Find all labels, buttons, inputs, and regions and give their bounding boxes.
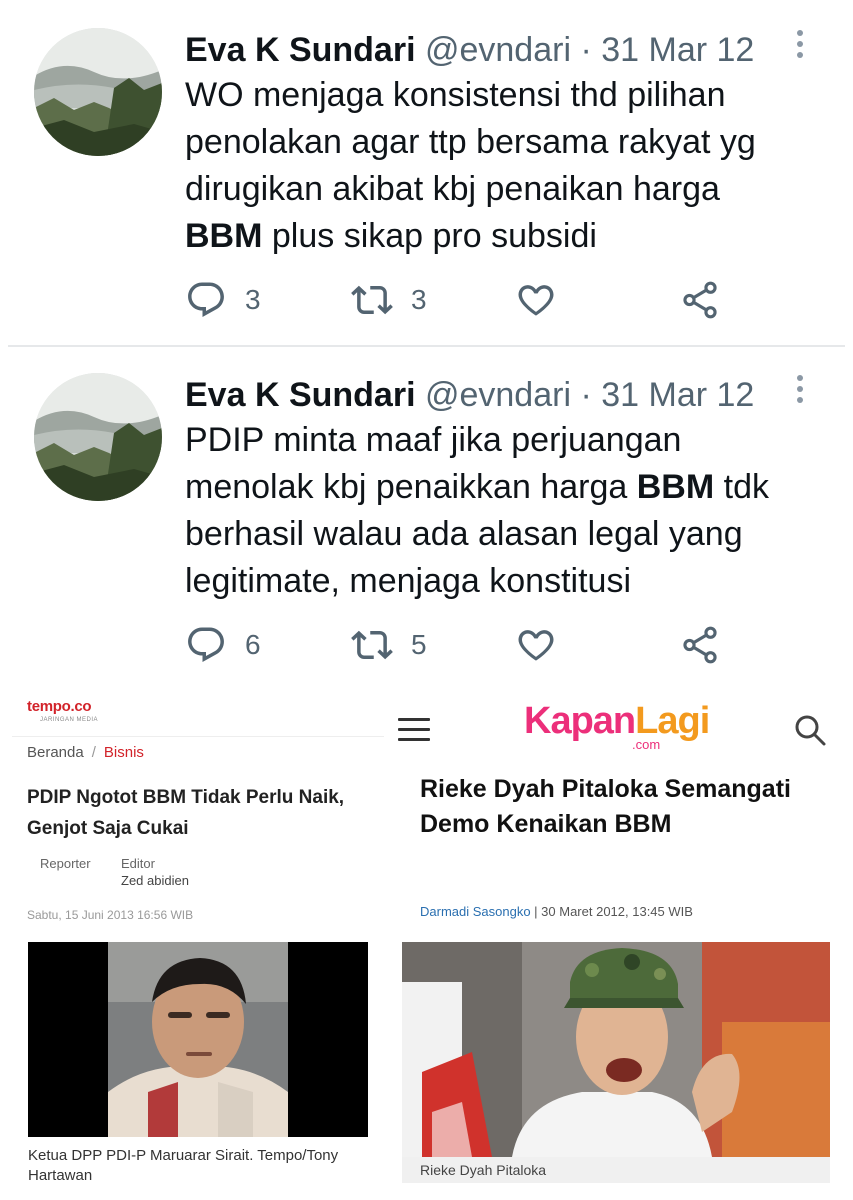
reply-count: 3	[245, 284, 261, 315]
header-divider	[12, 736, 384, 737]
tweet-text-line: PDIP minta maaf jika perjuangan	[185, 421, 682, 459]
article-title-line: PDIP Ngotot BBM Tidak Perlu Naik,	[27, 787, 345, 808]
breadcrumb-section[interactable]: Bisnis	[104, 744, 144, 761]
like-button[interactable]	[515, 278, 557, 322]
retweet-button[interactable]: 3	[351, 278, 427, 322]
tweet-date[interactable]: 31 Mar 12	[601, 376, 754, 414]
author-name[interactable]: Eva K Sundari	[185, 376, 416, 414]
highlight-text: BBM	[185, 217, 263, 255]
tweet-text-line: menolak kbj penaikkan harga BBM tdk	[185, 464, 825, 511]
meta-separator: |	[530, 904, 542, 919]
share-button[interactable]	[679, 278, 721, 322]
tweet-date[interactable]: 31 Mar 12	[601, 31, 754, 69]
logo-part-kapan: Kapan	[524, 700, 636, 742]
photo-caption: Rieke Dyah Pitaloka	[420, 1162, 547, 1178]
breadcrumb-separator: /	[91, 744, 96, 761]
more-options-icon[interactable]	[790, 30, 810, 66]
tweet-text-line: legitimate, menjaga konstitusi	[185, 562, 632, 600]
retweet-icon	[351, 630, 393, 660]
retweet-button[interactable]: 5	[351, 623, 427, 667]
hamburger-menu-icon[interactable]	[398, 718, 430, 742]
author-handle[interactable]: @evndari	[425, 376, 571, 414]
tempo-article-screenshot: tempo.co JARINGAN MEDIA Beranda / Bisnis P…	[0, 684, 384, 1200]
like-button[interactable]	[515, 623, 557, 667]
article-author[interactable]: Darmadi Sasongko	[420, 904, 531, 919]
article-title-line: Genjot Saja Cukai	[27, 818, 189, 839]
kapanlagi-logo[interactable]: KapanLagi	[524, 700, 710, 743]
tweet-actions: 6 5	[185, 623, 745, 667]
article-meta: Darmadi Sasongko | 30 Maret 2012, 13:45 …	[420, 904, 693, 919]
share-icon	[683, 281, 717, 319]
tweet-actions: 3 3	[185, 278, 745, 322]
article-photo	[28, 942, 368, 1137]
avatar[interactable]	[34, 28, 162, 156]
heart-icon	[518, 630, 554, 661]
reply-icon	[188, 282, 224, 317]
article-date: 30 Maret 2012, 13:45 WIB	[541, 904, 693, 919]
breadcrumb: Beranda / Bisnis	[27, 744, 144, 761]
reply-button[interactable]: 3	[185, 278, 261, 322]
heart-icon	[518, 285, 554, 316]
editor-label: Editor	[121, 856, 155, 871]
tweet-text-line: WO menjaga konsistensi thd pilihan	[185, 76, 726, 114]
tweet-text-part: menolak kbj penaikkan harga	[185, 468, 637, 506]
retweet-icon	[351, 285, 393, 315]
logo-domain: .com	[632, 737, 661, 752]
separator-dot: ·	[580, 376, 592, 414]
separator-dot: ·	[580, 31, 592, 69]
tweet-text-line: BBM plus sikap pro subsidi	[185, 213, 825, 260]
retweet-count: 5	[411, 629, 427, 660]
logo-part-lagi: Lagi	[635, 700, 710, 742]
share-icon	[683, 626, 717, 664]
tweet-text-line: dirugikan akibat kbj penaikan harga	[185, 170, 720, 208]
editor-name[interactable]: Zed abidien	[121, 873, 189, 888]
tweet-text: WO menjaga konsistensi thd pilihan penol…	[185, 72, 825, 260]
photo-caption: Ketua DPP PDI-P Maruarar Sirait. Tempo/T…	[28, 1147, 339, 1184]
tweet-header: Eva K Sundari @evndari · 31 Mar 12	[185, 28, 754, 72]
tweet-header: Eva K Sundari @evndari · 31 Mar 12	[185, 373, 754, 417]
tweet-text-line: berhasil walau ada alasan legal yang	[185, 515, 743, 553]
tempo-logo[interactable]: tempo.co	[27, 698, 92, 715]
avatar[interactable]	[34, 373, 162, 501]
tweet-1[interactable]: Eva K Sundari @evndari · 31 Mar 12 WO me…	[0, 28, 853, 348]
article-photo	[402, 942, 830, 1157]
article-date: Sabtu, 15 Juni 2013 16:56 WIB	[27, 908, 194, 922]
article-title: PDIP Ngotot BBM Tidak Perlu Naik, Genjot…	[27, 782, 372, 844]
tweet-divider	[8, 345, 845, 347]
author-handle[interactable]: @evndari	[425, 31, 571, 69]
tweet-text-line: penolakan agar ttp bersama rakyat yg	[185, 123, 756, 161]
tempo-logo-tagline: JARINGAN MEDIA	[40, 717, 99, 723]
author-name[interactable]: Eva K Sundari	[185, 31, 416, 69]
reporter-label: Reporter	[40, 856, 91, 871]
share-button[interactable]	[679, 623, 721, 667]
reply-button[interactable]: 6	[185, 623, 261, 667]
tweet-text-part: tdk	[714, 468, 769, 506]
tweet-text: PDIP minta maaf jika perjuangan menolak …	[185, 417, 825, 605]
search-icon[interactable]	[792, 712, 828, 748]
breadcrumb-home[interactable]: Beranda	[27, 744, 84, 761]
tweet-text-tail: plus sikap pro subsidi	[262, 217, 597, 255]
highlight-text: BBM	[636, 468, 715, 506]
article-title: Rieke Dyah Pitaloka Semangati Demo Kenai…	[420, 775, 791, 838]
reply-count: 6	[245, 629, 261, 660]
kapanlagi-article-screenshot: KapanLagi .com Rieke Dyah Pitaloka Seman…	[384, 684, 853, 1200]
reply-icon	[188, 627, 224, 662]
more-options-icon[interactable]	[790, 375, 810, 411]
tweet-2[interactable]: Eva K Sundari @evndari · 31 Mar 12 PDIP …	[0, 373, 853, 673]
retweet-count: 3	[411, 284, 427, 315]
